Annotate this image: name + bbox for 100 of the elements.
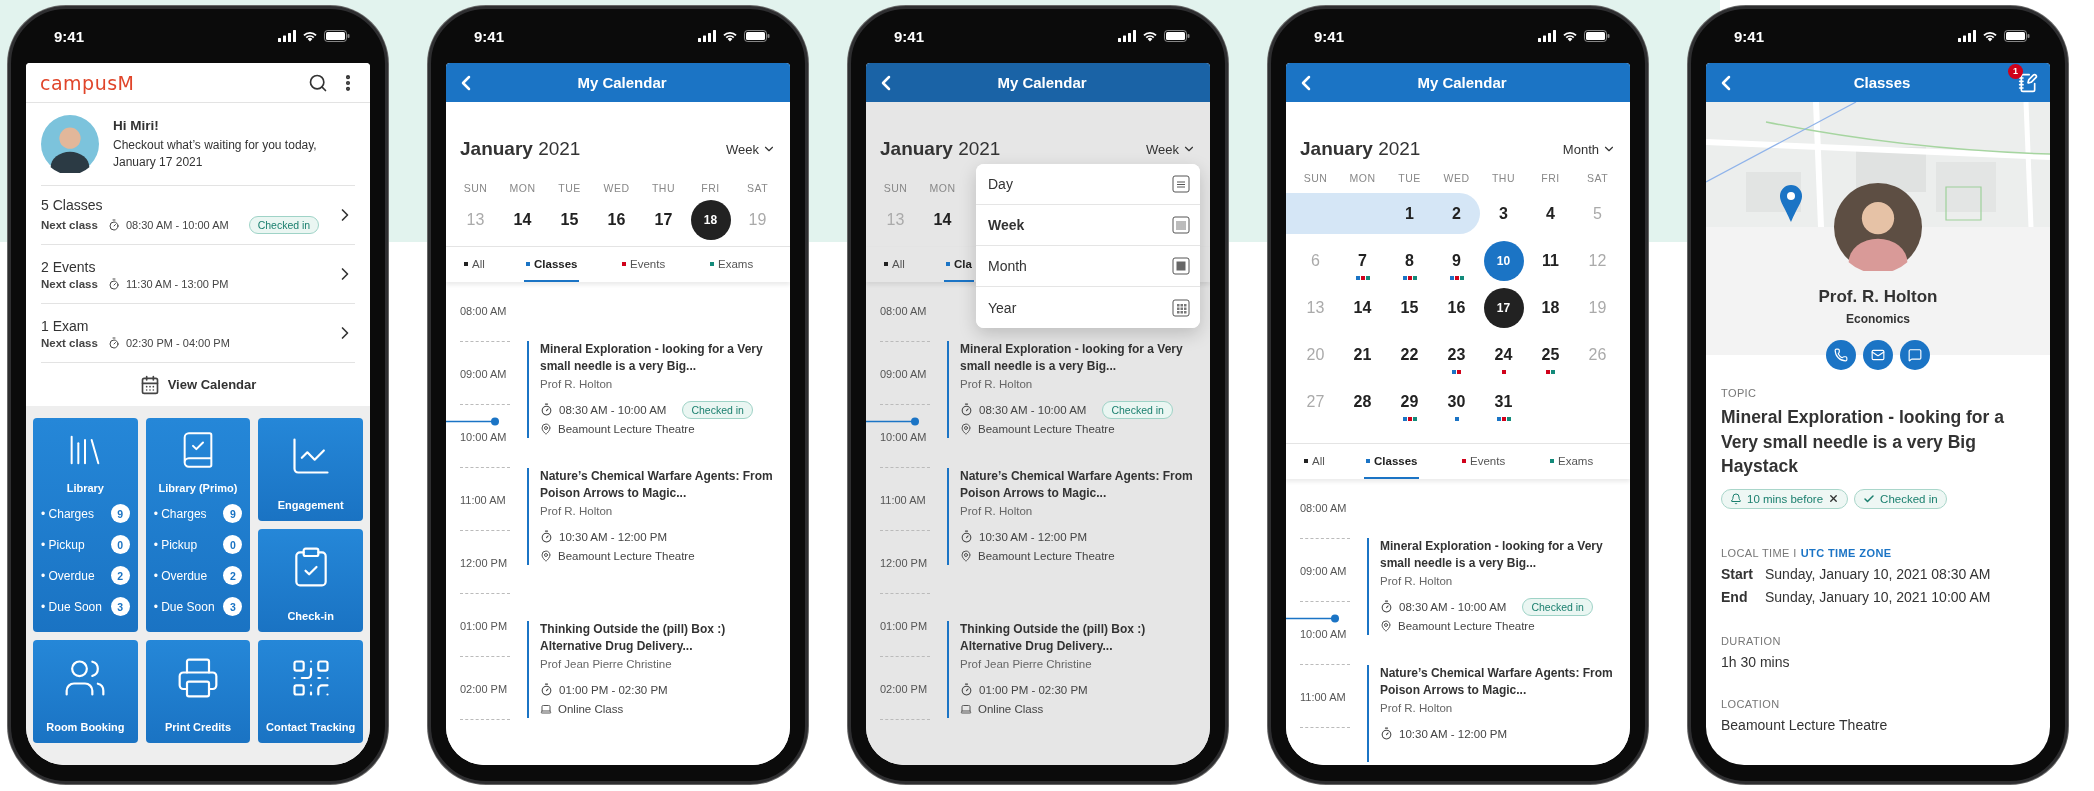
- date-button[interactable]: 25: [1530, 334, 1571, 375]
- date-button[interactable]: 3: [1483, 193, 1524, 234]
- time-label: 10:00 AM: [880, 430, 928, 445]
- app-bar-title: My Calendar: [997, 74, 1087, 91]
- status-badge: Checked in: [1522, 597, 1593, 616]
- filter-tab[interactable]: All: [1302, 444, 1327, 479]
- menu-item[interactable]: Year: [976, 287, 1200, 328]
- notes-icon[interactable]: [2018, 72, 2038, 93]
- date-button[interactable]: 29: [1389, 381, 1430, 422]
- app-tile[interactable]: Contact Tracking: [258, 640, 363, 743]
- date-button[interactable]: 1: [1389, 193, 1430, 234]
- app-tile[interactable]: Check-in: [258, 529, 363, 632]
- event-card[interactable]: Nature’s Chemical Warfare Agents: From Poison Arrows to Magic... Prof R. Holton 10:30 AM - 12:00 PM: [1367, 665, 1630, 762]
- section-label: DURATION: [1721, 634, 1781, 647]
- date-button[interactable]: 18: [690, 200, 731, 240]
- date-button[interactable]: 18: [1530, 287, 1571, 328]
- filter-tab[interactable]: Classes: [1364, 444, 1420, 479]
- date-button[interactable]: 28: [1342, 381, 1383, 422]
- filter-tab[interactable]: Events: [1460, 444, 1508, 479]
- date-button[interactable]: 8: [1389, 240, 1430, 281]
- filter-tab[interactable]: Exams: [708, 247, 756, 282]
- date-button[interactable]: 17: [643, 200, 684, 240]
- date-button[interactable]: 15: [1389, 287, 1430, 328]
- date-button[interactable]: 9: [1436, 240, 1477, 281]
- date-button[interactable]: 16: [596, 200, 637, 240]
- app-tile[interactable]: Library • Charges 9 • Pickup 0 • Overdue 2 • Due Soon 3: [33, 418, 138, 632]
- event-card[interactable]: Thinking Outside the (pill) Box :) Alternative Drug Delivery... Prof Jean Pierre Christine 01:00 PM - 02:30 PM Online Class: [527, 621, 790, 718]
- date-button[interactable]: 4: [1530, 193, 1571, 234]
- filter-tab[interactable]: All: [462, 247, 487, 282]
- summary-time: 08:30 AM - 10:00 AM: [125, 218, 229, 231]
- event-card[interactable]: Thinking Outside the (pill) Box :) Alternative Drug Delivery... Prof Jean Pierre Christine 01:00 PM - 02:30 PM Online Class: [947, 621, 1210, 718]
- call-button[interactable]: [1826, 340, 1856, 370]
- chat-icon: [1908, 348, 1922, 362]
- date-button[interactable]: 17: [1483, 287, 1524, 328]
- date-button[interactable]: 23: [1436, 334, 1477, 375]
- event-person: Prof R. Holton: [960, 377, 1033, 392]
- search-icon[interactable]: [308, 72, 328, 93]
- date-button[interactable]: 10: [1483, 240, 1524, 281]
- date-button[interactable]: 14: [922, 200, 963, 240]
- app-tile[interactable]: Print Credits: [145, 640, 251, 743]
- count-badge: 0: [223, 535, 243, 554]
- event-place: Beamount Lecture Theatre: [978, 549, 1115, 562]
- date-button[interactable]: 11: [1530, 240, 1571, 281]
- greeting-message: Checkout what’s waiting for you today, January 17 2021: [113, 136, 318, 171]
- summary-title: 5 Classes: [41, 196, 104, 213]
- mail-icon: [1871, 348, 1885, 362]
- event-card[interactable]: Mineral Exploration - looking for a Very small needle is a very Big... Prof R. Holton 08:30 AM - 10:00 AM Checked in Beamount Lecture Theatre: [527, 341, 790, 438]
- summary-label: Next class: [41, 277, 98, 290]
- filter-tab[interactable]: Exams: [1548, 444, 1596, 479]
- filter-tab[interactable]: All: [882, 247, 907, 282]
- date-button[interactable]: 14: [1342, 287, 1383, 328]
- event-title: Thinking Outside the (pill) Box :) Alternative Drug Delivery...: [540, 621, 727, 655]
- time-label: 12:00 PM: [460, 556, 509, 571]
- calendar-icon: [139, 374, 160, 395]
- reminder-chip[interactable]: 10 mins before: [1721, 488, 1849, 509]
- view-selector[interactable]: Month: [1562, 141, 1616, 157]
- date-button[interactable]: 31: [1483, 381, 1524, 422]
- date-button[interactable]: 24: [1483, 334, 1524, 375]
- message-button[interactable]: [1900, 340, 1930, 370]
- date-button[interactable]: 21: [1342, 334, 1383, 375]
- date-button[interactable]: 30: [1436, 381, 1477, 422]
- timer-icon: [960, 403, 973, 416]
- app-tile[interactable]: Room Booking: [33, 640, 138, 743]
- event-place: Beamount Lecture Theatre: [558, 422, 695, 435]
- printer-icon: [176, 656, 220, 700]
- list-view-icon: [1172, 175, 1190, 193]
- date-button[interactable]: 15: [549, 200, 590, 240]
- battery-icon: [1584, 30, 1610, 42]
- email-button[interactable]: [1863, 340, 1893, 370]
- date-button[interactable]: 7: [1342, 240, 1383, 281]
- date-button[interactable]: 22: [1389, 334, 1430, 375]
- signal-icon: [278, 30, 296, 42]
- filter-tab[interactable]: Classes: [524, 247, 580, 282]
- app-tile[interactable]: Engagement: [258, 418, 363, 521]
- time-label: 08:00 AM: [1300, 501, 1348, 516]
- time-label: 08:00 AM: [880, 304, 928, 319]
- date-button[interactable]: 14: [502, 200, 543, 240]
- app-logo: campusM: [40, 71, 135, 94]
- stat-label: • Pickup: [153, 537, 198, 552]
- close-icon[interactable]: [1828, 493, 1840, 504]
- date-button[interactable]: 2: [1436, 193, 1477, 234]
- event-person: Prof R. Holton: [540, 377, 613, 392]
- month-view-icon: [1172, 257, 1190, 275]
- app-tile[interactable]: Library (Primo) • Charges 9 • Pickup 0 • Overdue 2 • Due Soon 3: [145, 418, 251, 632]
- event-title: Mineral Exploration - looking for a Very small needle is a very Big...: [540, 341, 764, 375]
- event-card[interactable]: Mineral Exploration - looking for a Very small needle is a very Big... Prof R. Holton 08:30 AM - 10:00 AM Checked in Beamount Lecture Theatre: [1367, 538, 1630, 635]
- event-card[interactable]: Mineral Exploration - looking for a Very small needle is a very Big... Prof R. Holton 08:30 AM - 10:00 AM Checked in Beamount Lecture Theatre: [947, 341, 1210, 438]
- menu-item[interactable]: Day: [976, 164, 1200, 205]
- event-card[interactable]: Nature’s Chemical Warfare Agents: From Poison Arrows to Magic... Prof R. Holton 10:30 AM - 12:00 PM Beamount Lecture Theatre: [527, 468, 790, 565]
- filter-tab[interactable]: Cla: [944, 247, 974, 282]
- app-bar-title: My Calendar: [577, 74, 667, 91]
- view-selector[interactable]: Week: [726, 141, 776, 157]
- filter-tab[interactable]: Events: [620, 247, 668, 282]
- menu-item[interactable]: Week: [976, 205, 1200, 246]
- menu-item[interactable]: Month: [976, 246, 1200, 287]
- view-selector[interactable]: Week: [1146, 141, 1196, 157]
- time-zone-link[interactable]: UTC TIME ZONE: [1800, 546, 1892, 559]
- event-card[interactable]: Nature’s Chemical Warfare Agents: From Poison Arrows to Magic... Prof R. Holton 10:30 AM - 12:00 PM Beamount Lecture Theatre: [947, 468, 1210, 565]
- tile-label: Print Credits: [165, 721, 231, 733]
- date-button[interactable]: 16: [1436, 287, 1477, 328]
